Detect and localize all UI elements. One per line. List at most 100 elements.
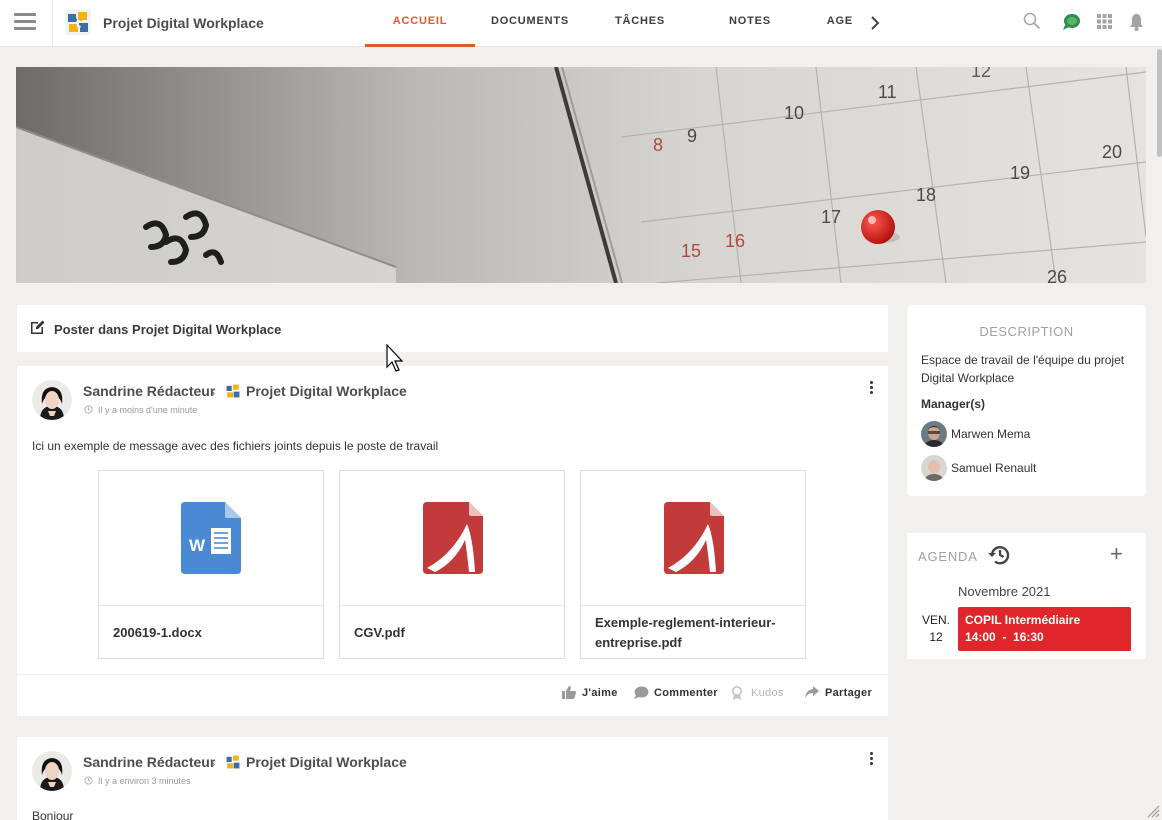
attachment-filename[interactable]: Exemple-reglement-interieur-entreprise.p… (595, 612, 795, 654)
more-options-icon[interactable] (870, 752, 874, 766)
chat-icon[interactable] (1062, 13, 1081, 31)
menu-icon[interactable] (14, 13, 36, 31)
bell-icon[interactable] (1129, 13, 1144, 31)
top-navigation-bar: Projet Digital Workplace ACCUEIL DOCUMEN… (0, 0, 1162, 47)
activity-post: Sandrine Rédacteur › Projet Digital Work… (17, 366, 888, 716)
post-text: Bonjour (32, 809, 74, 820)
more-options-icon[interactable] (870, 381, 874, 395)
calendar-number: 17 (821, 207, 841, 227)
divider (17, 674, 888, 675)
resize-handle-icon[interactable] (1146, 804, 1160, 818)
mouse-cursor-icon (386, 344, 404, 372)
attachment-card[interactable]: CGV.pdf (339, 470, 565, 659)
page-scrollbar[interactable] (1155, 47, 1162, 820)
calendar-number: 26 (1047, 267, 1067, 283)
attachment-preview (581, 471, 805, 606)
agenda-widget: AGENDA + Novembre 2021 VEN. 12 COPIL Int… (907, 533, 1146, 659)
post-timestamp: Il y a environ 3 minutes (98, 776, 191, 786)
post-author[interactable]: Sandrine Rédacteur (83, 383, 215, 399)
agenda-title: AGENDA (918, 549, 978, 564)
description-title: DESCRIPTION (979, 324, 1074, 339)
share-button[interactable]: Partager (805, 686, 873, 699)
calendar-number: 9 (687, 126, 697, 146)
chevron-right-icon[interactable] (870, 15, 880, 31)
share-icon (805, 686, 819, 698)
attachment-filename[interactable]: 200619-1.docx (113, 612, 313, 654)
breadcrumb-separator-icon: › (211, 385, 216, 400)
event-title: COPIL Intermédiaire (965, 613, 1081, 627)
apps-grid-icon[interactable] (1097, 14, 1112, 29)
space-logo-icon (226, 755, 240, 769)
clock-icon (84, 776, 93, 785)
calendar-number: 16 (725, 231, 745, 251)
post-text: Ici un exemple de message avec des fichi… (32, 439, 439, 453)
calendar-number: 19 (1010, 163, 1030, 183)
search-icon[interactable] (1023, 12, 1041, 30)
event-date: VEN. 12 (921, 612, 951, 646)
like-button[interactable]: J'aime (562, 686, 618, 699)
calendar-number: 11 (878, 82, 897, 102)
avatar (921, 455, 947, 481)
attachment-filename[interactable]: CGV.pdf (354, 612, 554, 654)
avatar[interactable] (32, 751, 72, 791)
agenda-month: Novembre 2021 (958, 584, 1051, 599)
kudos-label: Kudos (751, 687, 784, 699)
managers-label: Manager(s) (921, 397, 986, 411)
attachment-preview: W (99, 471, 323, 606)
page-scrollbar-thumb[interactable] (1157, 49, 1162, 157)
kudos-icon (732, 686, 742, 700)
share-label: Partager (825, 687, 873, 699)
agenda-event[interactable]: COPIL Intermédiaire 14:00 - 16:30 (958, 607, 1131, 651)
history-icon[interactable] (987, 544, 1010, 566)
comment-label: Commenter (654, 687, 718, 699)
pdf-file-icon (664, 502, 724, 574)
space-logo-icon (226, 384, 240, 398)
manager-name[interactable]: Marwen Mema (951, 427, 1030, 441)
space-logo-icon[interactable] (64, 8, 92, 36)
breadcrumb-separator-icon: › (211, 756, 216, 771)
pdf-file-icon (423, 502, 483, 574)
composer-label[interactable]: Poster dans Projet Digital Workplace (54, 322, 281, 337)
calendar-number: 10 (784, 103, 804, 123)
event-time: 14:00 - 16:30 (965, 630, 1044, 644)
attachment-preview (340, 471, 564, 606)
attachment-card[interactable]: W 200619-1.docx (98, 470, 324, 659)
word-file-icon: W (181, 502, 241, 574)
calendar-number: 12 (971, 67, 991, 81)
comment-button[interactable]: Commenter (634, 686, 718, 699)
event-day-name: VEN. (921, 613, 950, 627)
like-label: J'aime (582, 687, 618, 699)
space-title[interactable]: Projet Digital Workplace (103, 15, 264, 31)
calendar-number: 8 (653, 135, 663, 155)
kudos-button[interactable]: Kudos (732, 686, 784, 700)
comment-icon (634, 686, 649, 699)
calendar-number: 15 (681, 241, 701, 261)
post-author[interactable]: Sandrine Rédacteur (83, 754, 215, 770)
avatar (921, 421, 947, 447)
calendar-photo: 12 11 10 9 8 20 19 18 17 16 15 26 (16, 67, 1146, 283)
post-space-link[interactable]: Projet Digital Workplace (246, 383, 407, 399)
tab-agenda[interactable]: AGE (805, 0, 855, 47)
event-day-number: 12 (929, 630, 943, 644)
tab-accueil[interactable]: ACCUEIL (365, 0, 475, 47)
tab-taches[interactable]: TÂCHES (585, 0, 695, 47)
edit-icon (31, 320, 45, 334)
post-timestamp: Il y a moins d'une minute (98, 405, 198, 415)
avatar[interactable] (32, 380, 72, 420)
add-event-button[interactable]: + (1110, 543, 1123, 565)
manager-name[interactable]: Samuel Renault (951, 461, 1036, 475)
post-composer[interactable]: Poster dans Projet Digital Workplace (17, 305, 888, 352)
thumbs-up-icon (562, 686, 576, 699)
post-space-link[interactable]: Projet Digital Workplace (246, 754, 407, 770)
tab-notes[interactable]: NOTES (695, 0, 805, 47)
space-banner-image: 12 11 10 9 8 20 19 18 17 16 15 26 (16, 67, 1146, 283)
svg-text:W: W (189, 536, 206, 555)
description-text: Espace de travail de l'équipe du projet … (921, 353, 1125, 385)
tab-documents[interactable]: DOCUMENTS (475, 0, 585, 47)
attachment-card[interactable]: Exemple-reglement-interieur-entreprise.p… (580, 470, 806, 659)
activity-post: Sandrine Rédacteur › Projet Digital Work… (17, 737, 888, 820)
description-widget: DESCRIPTION Espace de travail de l'équip… (907, 305, 1146, 496)
divider (52, 0, 53, 46)
calendar-number: 18 (916, 185, 936, 205)
calendar-number: 20 (1102, 142, 1122, 162)
